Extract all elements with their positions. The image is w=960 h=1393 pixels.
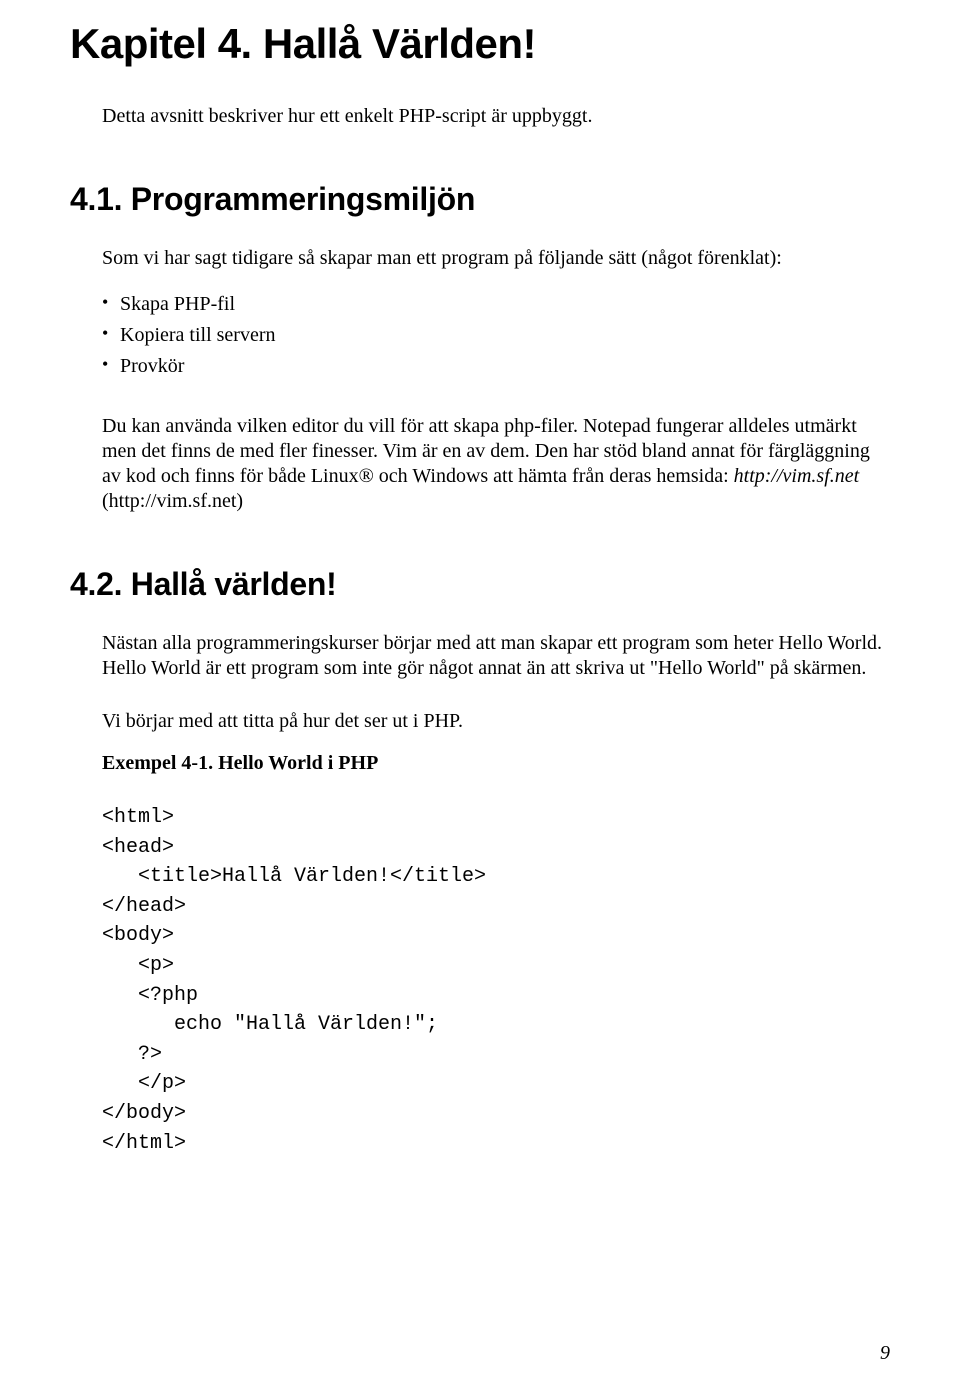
vim-link[interactable]: http://vim.sf.net — [734, 465, 860, 487]
page-number: 9 — [880, 1342, 890, 1365]
section-4-1-para2: Du kan använda vilken editor du vill för… — [102, 414, 890, 514]
code-block: <html> <head> <title>Hallå Världen!</tit… — [102, 803, 890, 1158]
list-item: Skapa PHP-fil — [102, 289, 890, 320]
section-4-1-lead: Som vi har sagt tidigare så skapar man e… — [102, 246, 890, 271]
section-4-1-body: Som vi har sagt tidigare så skapar man e… — [102, 246, 890, 514]
section-4-2-para1: Nästan alla programmeringskurser börjar … — [102, 631, 890, 681]
example-title: Exempel 4-1. Hello World i PHP — [102, 752, 890, 775]
page: Kapitel 4. Hallå Världen! Detta avsnitt … — [0, 0, 960, 1393]
para2-text-b: (http://vim.sf.net) — [102, 490, 243, 512]
list-item: Provkör — [102, 351, 890, 382]
chapter-intro-block: Detta avsnitt beskriver hur ett enkelt P… — [102, 104, 890, 129]
chapter-title: Kapitel 4. Hallå Världen! — [70, 20, 890, 68]
section-4-2-para2: Vi börjar med att titta på hur det ser u… — [102, 709, 890, 734]
section-4-2-title: 4.2. Hallå världen! — [70, 566, 890, 603]
list-item: Kopiera till servern — [102, 320, 890, 351]
section-4-2-body: Nästan alla programmeringskurser börjar … — [102, 631, 890, 1158]
steps-list: Skapa PHP-fil Kopiera till servern Provk… — [102, 289, 890, 382]
chapter-intro: Detta avsnitt beskriver hur ett enkelt P… — [102, 104, 890, 129]
section-4-1-title: 4.1. Programmeringsmiljön — [70, 181, 890, 218]
